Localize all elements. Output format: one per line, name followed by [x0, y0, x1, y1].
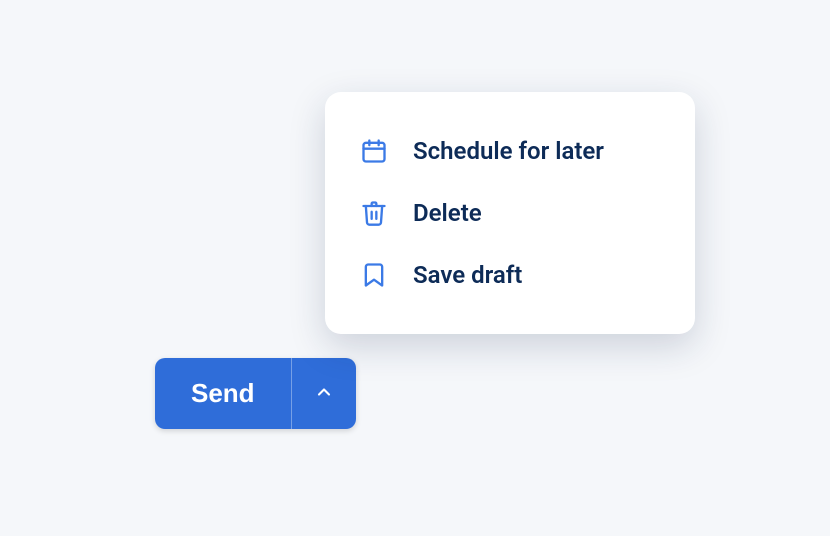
calendar-icon — [359, 136, 389, 166]
menu-item-label: Save draft — [413, 261, 522, 289]
send-options-menu: Schedule for later Delete Save draft — [325, 92, 695, 334]
send-options-toggle[interactable] — [291, 358, 356, 429]
menu-item-save-draft[interactable]: Save draft — [325, 244, 695, 306]
menu-item-delete[interactable]: Delete — [325, 182, 695, 244]
chevron-up-icon — [314, 382, 334, 405]
trash-icon — [359, 198, 389, 228]
menu-item-label: Delete — [413, 199, 482, 227]
send-button-label: Send — [191, 378, 255, 409]
send-split-button: Send — [155, 358, 356, 429]
send-button[interactable]: Send — [155, 358, 291, 429]
menu-item-label: Schedule for later — [413, 137, 604, 165]
menu-item-schedule[interactable]: Schedule for later — [325, 120, 695, 182]
bookmark-icon — [359, 260, 389, 290]
